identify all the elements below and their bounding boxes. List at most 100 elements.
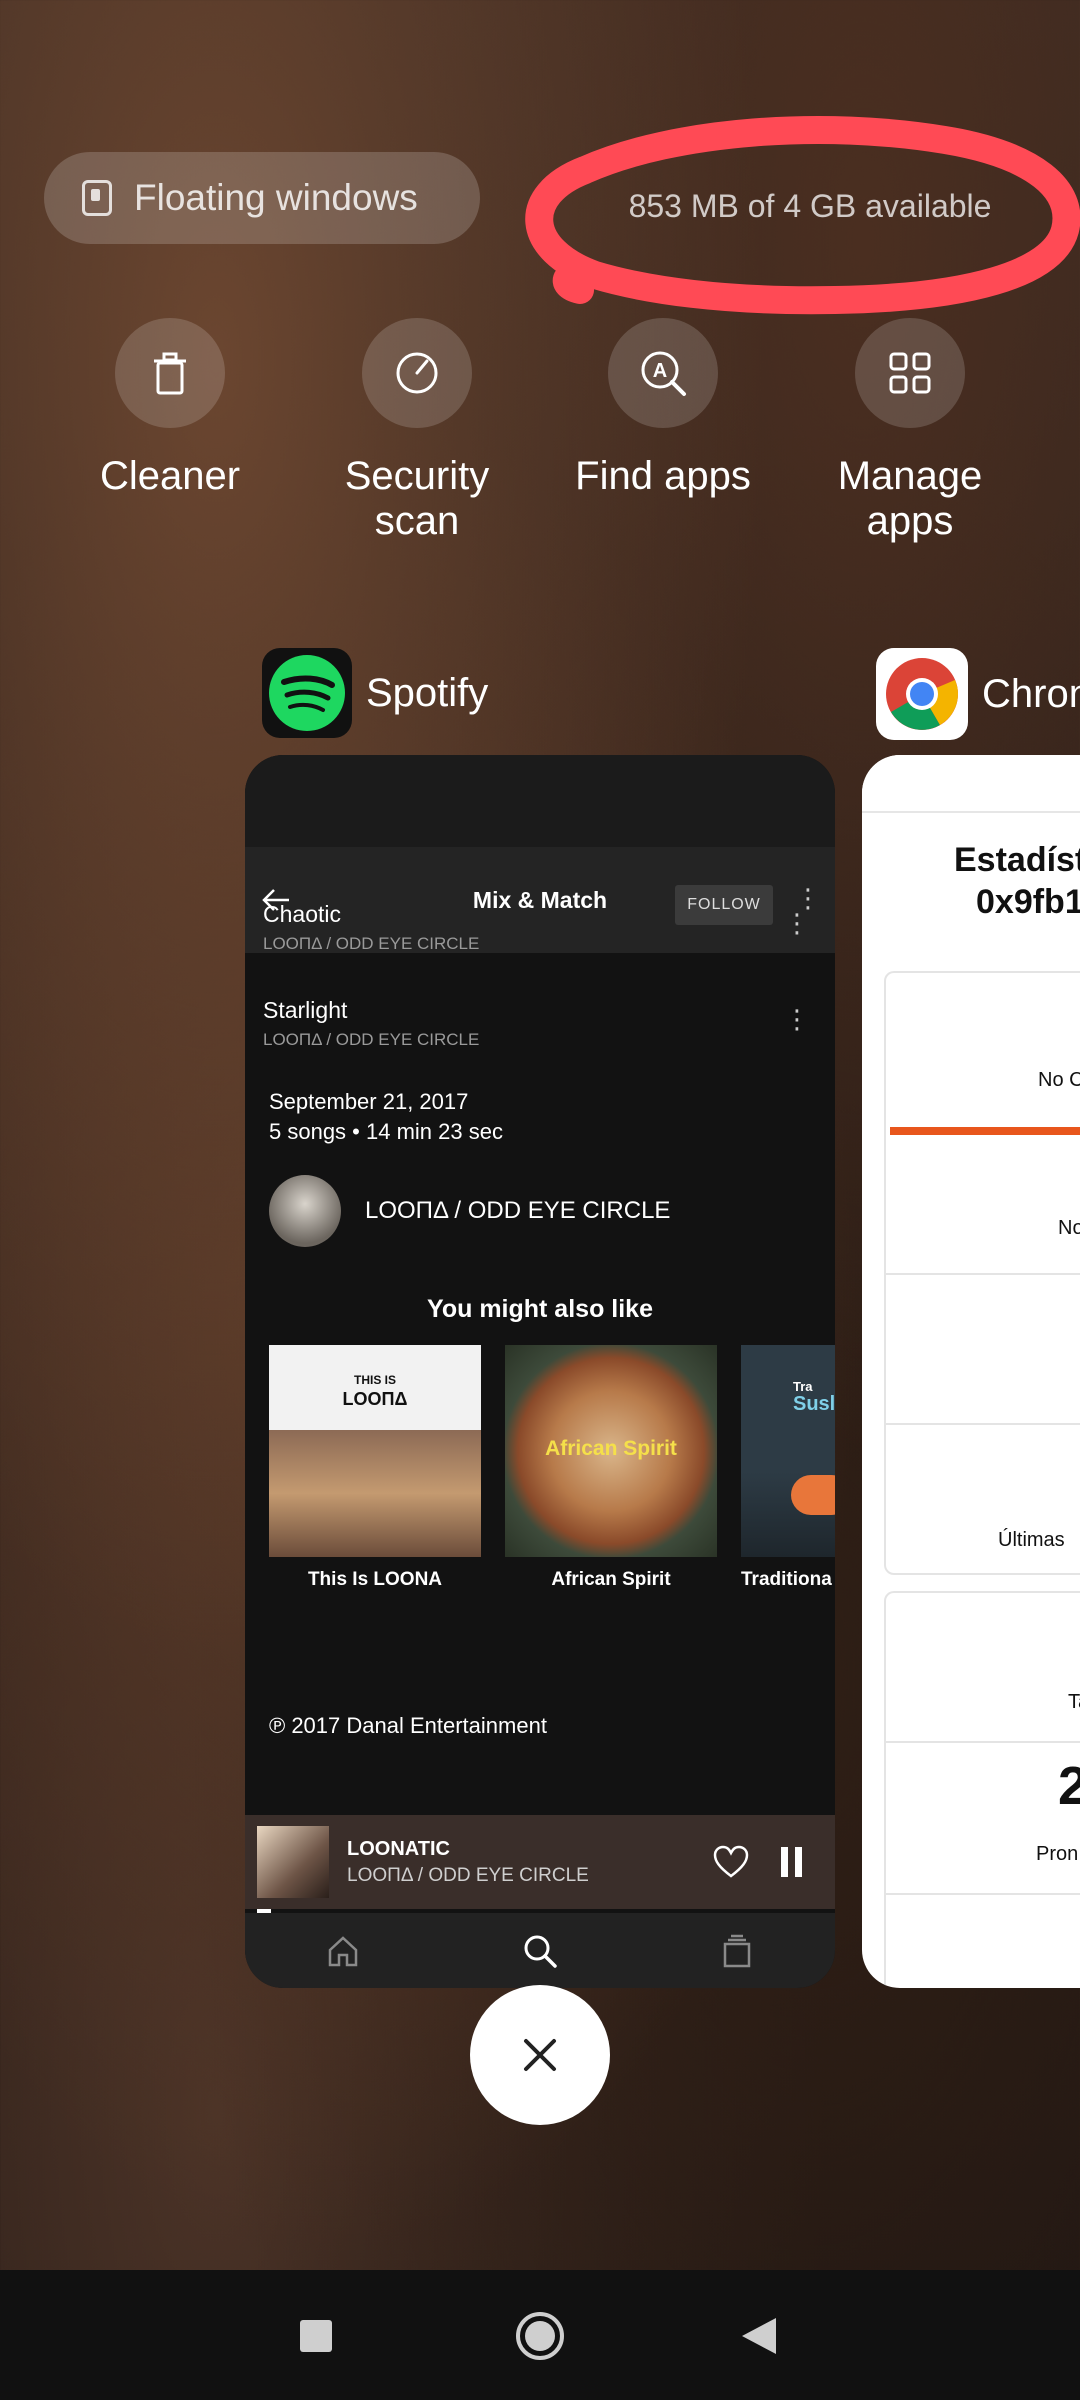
recommendation-cover: African Spirit <box>505 1345 717 1557</box>
cover-title: LOOΠΔ <box>342 1389 408 1409</box>
spotify-status-area <box>245 755 835 847</box>
track-artist: LOOΠΔ / ODD EYE CIRCLE <box>263 934 480 953</box>
chrome-app-name: Chron <box>982 671 1080 716</box>
find-apps-label: Find apps <box>575 454 751 498</box>
floating-window-icon <box>82 180 112 216</box>
recommendation-item[interactable]: THIS IS LOOΠΔ This Is LOONA <box>269 1345 481 1591</box>
home-icon[interactable] <box>326 1934 360 1968</box>
recents-square-icon[interactable] <box>298 2318 334 2354</box>
cover-title: Susl <box>793 1393 835 1415</box>
now-playing-title: LOONATIC <box>347 1837 450 1860</box>
spotify-bottom-nav <box>245 1913 835 1988</box>
now-playing-artwork <box>257 1826 329 1898</box>
track-name: Starlight <box>263 997 348 1023</box>
now-playing-bar[interactable]: LOONATIC LOOΠΔ / ODD EYE CIRCLE <box>245 1815 835 1909</box>
red-annotation-circle <box>525 116 1080 315</box>
manage-apps-icon-button[interactable] <box>855 318 965 428</box>
recommendation-item[interactable]: African Spirit African Spirit <box>505 1345 717 1591</box>
library-icon[interactable] <box>720 1934 754 1968</box>
clear-all-button[interactable] <box>470 1985 610 2125</box>
recommendation-item[interactable]: Tra Susl Traditiona <box>741 1345 835 1591</box>
chrome-row-divider <box>886 1423 1080 1425</box>
chrome-page-heading-line1: Estadíst <box>954 841 1080 879</box>
chrome-metrics-panel: 9 Tas 26 Pron <box>884 1591 1080 1988</box>
spotify-app-name: Spotify <box>366 670 489 715</box>
chrome-metric-label: Tas <box>1068 1691 1080 1713</box>
cover-food-shape <box>791 1475 835 1515</box>
recommendation-cover: Tra Susl <box>741 1345 835 1557</box>
heart-icon[interactable] <box>713 1845 749 1879</box>
cover-title: African Spirit <box>545 1437 677 1460</box>
find-apps-icon: A <box>641 351 686 396</box>
now-playing-artist: LOOΠΔ / ODD EYE CIRCLE <box>347 1864 589 1886</box>
floating-windows-button[interactable]: Floating windows <box>44 152 480 244</box>
security-scan-label: Security scan <box>317 454 517 544</box>
track-options-icon[interactable]: ⋮ <box>782 910 812 936</box>
chrome-app-header[interactable]: Chron <box>876 648 1080 740</box>
release-summary: 5 songs • 14 min 23 sec <box>269 1119 503 1144</box>
manage-apps-label: Manage apps <box>810 454 1010 544</box>
artist-name: LOOΠΔ / ODD EYE CIRCLE <box>365 1197 671 1224</box>
chrome-recent-card[interactable]: Estadíst 0x9fb1 No C No Últimas 9 Tas 26… <box>862 755 1080 1988</box>
cover-kicker: THIS IS <box>353 1373 396 1387</box>
track-options-icon[interactable]: ⋮ <box>782 1006 812 1032</box>
find-apps-icon-button[interactable]: A <box>608 318 718 428</box>
svg-text:A: A <box>653 360 667 382</box>
chrome-stats-panel: No C No Últimas <box>884 971 1080 1575</box>
chrome-top-divider <box>862 811 1080 813</box>
security-gauge-icon <box>396 352 438 394</box>
chrome-row-divider <box>886 1893 1080 1895</box>
track-row[interactable]: Starlight LOOΠΔ / ODD EYE CIRCLE <box>263 997 479 1050</box>
chrome-metric-value: 26 <box>1058 1756 1080 1816</box>
chrome-row-text: No C <box>1038 1069 1080 1091</box>
chrome-row-text: Últimas <box>998 1529 1065 1551</box>
search-icon[interactable] <box>522 1933 558 1969</box>
trash-icon <box>154 352 186 395</box>
track-artist: LOOΠΔ / ODD EYE CIRCLE <box>263 1030 480 1049</box>
security-scan-button[interactable]: Security scan <box>317 318 517 544</box>
chrome-row-divider <box>886 1273 1080 1275</box>
recommendation-label: This Is LOONA <box>307 1569 443 1590</box>
spotify-app-icon <box>262 648 352 738</box>
artist-avatar <box>269 1175 341 1247</box>
back-triangle-icon[interactable] <box>740 2316 778 2356</box>
security-scan-label-line1: Security <box>344 454 490 498</box>
floating-windows-label: Floating windows <box>134 177 418 218</box>
recommendation-label: African Spirit <box>551 1569 671 1590</box>
cleaner-label: Cleaner <box>99 454 241 498</box>
recommendation-label: Traditiona <box>741 1569 832 1590</box>
also-like-heading: You might also like <box>427 1295 653 1323</box>
chrome-row-text: No <box>1058 1217 1080 1239</box>
close-icon <box>524 2039 556 2071</box>
pause-icon[interactable] <box>779 1847 805 1877</box>
system-navigation-bar <box>0 2270 1080 2400</box>
security-scan-icon-button[interactable] <box>362 318 472 428</box>
manage-apps-label-line2: apps <box>866 499 954 543</box>
cleaner-icon-button[interactable] <box>115 318 225 428</box>
spotify-app-header[interactable]: Spotify <box>262 648 488 738</box>
chrome-orange-bar <box>890 1127 1080 1135</box>
follow-button[interactable]: FOLLOW <box>675 885 773 925</box>
release-date: September 21, 2017 <box>269 1089 469 1114</box>
chrome-page-heading-line2: 0x9fb1 <box>976 883 1080 921</box>
cleaner-button[interactable]: Cleaner <box>70 318 270 499</box>
home-circle-icon[interactable] <box>514 2310 566 2362</box>
track-name: Chaotic <box>263 901 341 927</box>
spotify-recent-card[interactable]: Mix & Match FOLLOW ⋮ Chaotic LOOΠΔ / ODD… <box>245 755 835 1988</box>
find-apps-button[interactable]: A Find apps <box>563 318 763 499</box>
chrome-status-area <box>862 755 1080 811</box>
manage-apps-button[interactable]: Manage apps <box>810 318 1010 544</box>
track-row[interactable]: Chaotic LOOΠΔ / ODD EYE CIRCLE <box>263 901 479 954</box>
grid-icon <box>889 352 931 394</box>
manage-apps-label-line1: Manage <box>837 454 983 498</box>
chrome-metric-label: Pron <box>1036 1843 1079 1865</box>
chrome-app-icon <box>876 648 968 740</box>
chrome-row-divider <box>886 1741 1080 1743</box>
memory-available-text: 853 MB of 4 GB available <box>628 188 992 224</box>
cover-kicker: Tra <box>793 1379 813 1394</box>
security-scan-label-line2: scan <box>374 499 460 543</box>
copyright-text: ℗ 2017 Danal Entertainment <box>269 1713 547 1738</box>
recommendation-cover: THIS IS LOOΠΔ <box>269 1345 481 1557</box>
artist-row[interactable]: LOOΠΔ / ODD EYE CIRCLE <box>269 1175 670 1247</box>
now-playing-text: LOONATIC LOOΠΔ / ODD EYE CIRCLE <box>347 1838 589 1887</box>
